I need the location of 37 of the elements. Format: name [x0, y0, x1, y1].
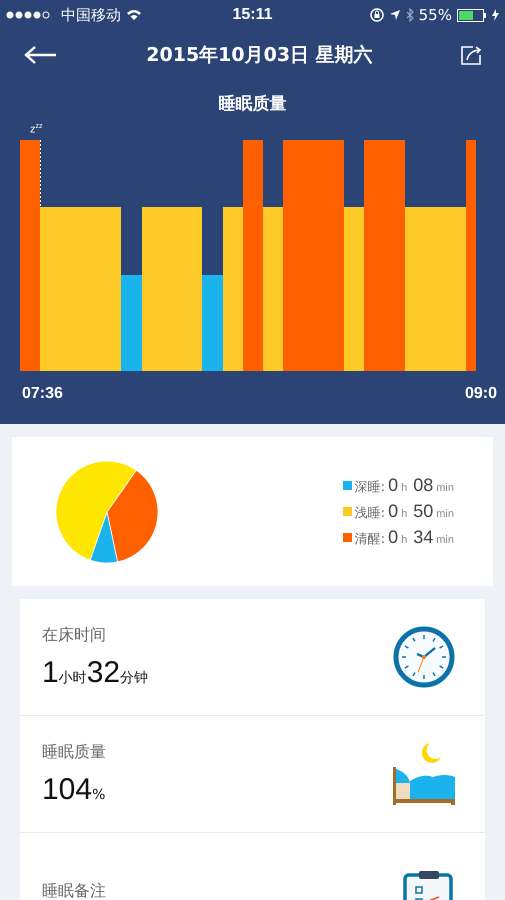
date-title: 2015年10月03日 星期六 — [146, 43, 373, 68]
hours-value: 0 — [388, 475, 398, 496]
minutes-unit: min — [436, 482, 454, 494]
chart-title: 睡眠质量 — [218, 93, 288, 116]
battery-icon — [456, 8, 487, 22]
carrier-name: 中国移动 — [61, 6, 121, 24]
legend-label: 深睡: — [354, 479, 386, 496]
bluetooth-icon — [406, 8, 414, 22]
wifi-icon — [126, 9, 142, 21]
hours-unit: h — [401, 508, 408, 520]
stat-value: 1小时32分钟 — [42, 656, 148, 690]
sleep-marker: z$^{zz}$ — [30, 123, 42, 136]
minutes-value: 50 — [413, 501, 434, 522]
minutes-value: 08 — [413, 475, 434, 496]
lock-rotation-icon — [370, 8, 384, 22]
charging-icon — [492, 9, 499, 21]
location-icon — [388, 9, 401, 21]
sleep-start-line — [40, 140, 41, 208]
minutes-unit: min — [436, 508, 454, 520]
stat-value: 104% — [42, 772, 106, 806]
hours-value: 0 — [388, 501, 398, 522]
status-time: 15:11 — [232, 6, 273, 24]
bed-moon-icon — [393, 743, 455, 805]
clock-icon — [393, 626, 455, 688]
legend-label: 浅睡: — [354, 505, 386, 522]
stat-label: 在床时间 — [42, 624, 107, 646]
stat-label: 睡眠备注 — [42, 880, 106, 900]
hours-value: 0 — [388, 527, 398, 548]
battery-percent: 55% — [418, 6, 452, 24]
start-time: 07:36 — [22, 385, 63, 403]
legend-label: 清醒: — [354, 531, 386, 548]
hours-unit: h — [401, 534, 408, 546]
minutes-value: 34 — [413, 527, 434, 548]
hours-unit: h — [401, 482, 408, 494]
minutes-unit: min — [436, 534, 454, 546]
stat-label: 睡眠质量 — [42, 742, 106, 762]
end-time: 09:0 — [465, 385, 498, 403]
